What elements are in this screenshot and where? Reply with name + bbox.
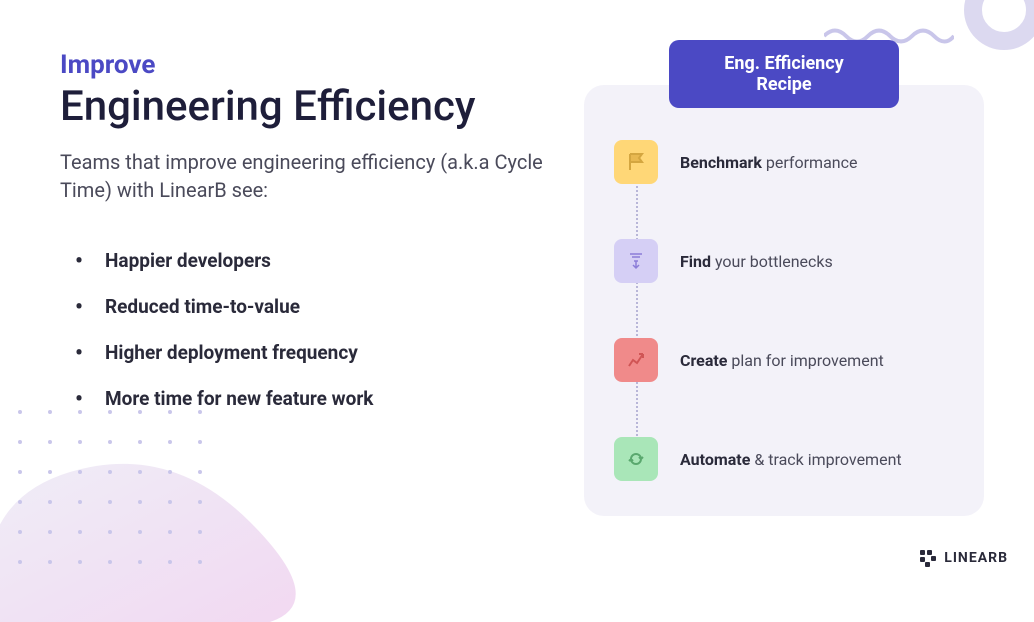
bottleneck-icon [614, 239, 658, 283]
step-text: Create plan for improvement [680, 351, 884, 370]
small-title: Improve [60, 50, 544, 80]
recipe-step: Create plan for improvement [614, 338, 954, 382]
logo-text: LINEARB [944, 550, 1008, 566]
bullet-item: Happier developers [75, 249, 544, 272]
recipe-step: Benchmark performance [614, 140, 954, 184]
bullet-item: More time for new feature work [75, 387, 544, 410]
step-text: Automate & track improvement [680, 450, 902, 469]
logo: LINEARB [918, 548, 1008, 568]
logo-icon [918, 548, 938, 568]
recipe-header: Eng. Efficiency Recipe [669, 40, 899, 108]
left-panel: Improve Engineering Efficiency Teams tha… [60, 40, 544, 542]
bullet-list: Happier developers Reduced time-to-value… [60, 249, 544, 410]
recipe-step: Find your bottlenecks [614, 239, 954, 283]
bullet-item: Reduced time-to-value [75, 295, 544, 318]
recipe-card: Benchmark performance Find your bottlene… [584, 85, 984, 516]
chart-icon [614, 338, 658, 382]
bullet-item: Higher deployment frequency [75, 341, 544, 364]
flag-icon [614, 140, 658, 184]
right-panel: Eng. Efficiency Recipe Benchmark perform… [584, 40, 984, 542]
recipe-step: Automate & track improvement [614, 437, 954, 481]
big-title: Engineering Efficiency [60, 84, 544, 130]
description: Teams that improve engineering efficienc… [60, 148, 544, 204]
recipe-connector-line [636, 155, 638, 456]
step-text: Find your bottlenecks [680, 252, 833, 271]
step-text: Benchmark performance [680, 153, 857, 172]
refresh-icon [614, 437, 658, 481]
